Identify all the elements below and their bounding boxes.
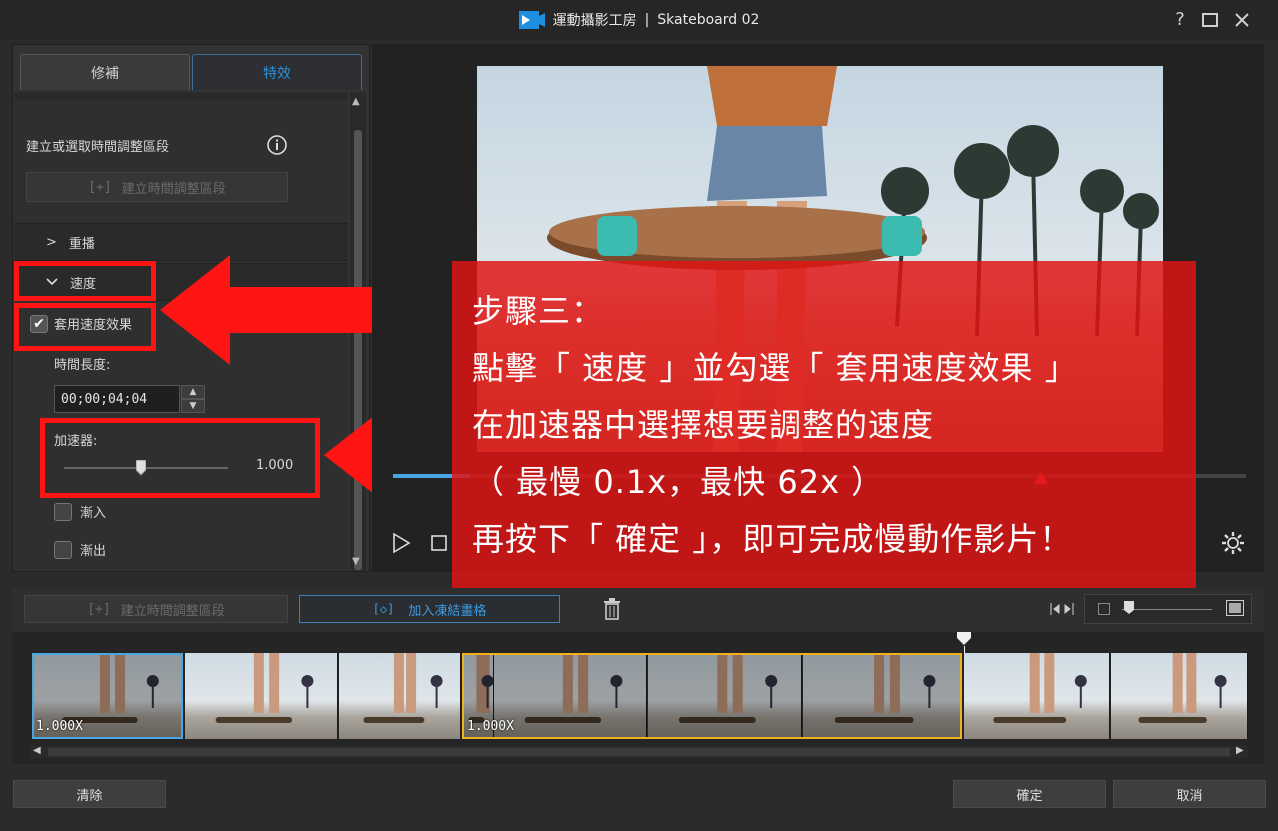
- zoom-in-icon[interactable]: [1226, 600, 1244, 616]
- zoom-slider-thumb[interactable]: [1124, 601, 1134, 615]
- app-logo-icon: [518, 10, 545, 30]
- overlay-line-3: 在加速器中選擇想要調整的速度: [472, 406, 935, 444]
- playhead-icon[interactable]: [957, 632, 971, 646]
- apply-speed-highlight-box: [14, 303, 156, 351]
- scroll-up-icon[interactable]: ▲: [352, 96, 360, 107]
- timeline-scrollbar-thumb[interactable]: [48, 748, 1230, 756]
- cancel-button[interactable]: 取消: [1113, 780, 1266, 808]
- fade-out-row[interactable]: ✔ 漸出: [54, 540, 106, 559]
- create-segment-toolbar-button[interactable]: [+] 建立時間調整區段: [24, 595, 288, 623]
- overlay-line-1: 步驟三：: [472, 292, 605, 330]
- add-segment-icon: [+]: [87, 601, 111, 617]
- tab-repair[interactable]: 修補: [20, 54, 190, 90]
- timeline-scroll-left-icon[interactable]: ◀: [33, 745, 41, 756]
- timeline-thumbnail: [1111, 653, 1248, 739]
- fade-in-row[interactable]: ✔ 漸入: [54, 502, 106, 521]
- scroll-down-icon[interactable]: ▼: [352, 556, 360, 567]
- zoom-slider-track[interactable]: [1122, 609, 1212, 610]
- timeline-scroll-right-icon[interactable]: ▶: [1236, 745, 1244, 756]
- gear-icon[interactable]: [1220, 530, 1246, 556]
- create-segment-button[interactable]: [+] 建立時間調整區段: [26, 172, 288, 202]
- window-title: 運動攝影工房 | Skateboard 02: [0, 0, 1278, 40]
- clip-segment-1-speed: 1.000X: [36, 719, 83, 734]
- title-separator: |: [644, 12, 650, 28]
- ok-button[interactable]: 確定: [953, 780, 1106, 808]
- timeline-thumbnail: [339, 653, 461, 739]
- freeze-frame-icon: [◇]: [372, 602, 395, 616]
- project-name: Skateboard 02: [657, 12, 760, 28]
- duration-down-icon[interactable]: ▼: [181, 399, 205, 413]
- close-button[interactable]: [1230, 8, 1254, 32]
- speed-highlight-box: [14, 261, 156, 301]
- duration-up-icon[interactable]: ▲: [181, 385, 205, 399]
- clip-segment-2-speed: 1.000X: [467, 719, 514, 734]
- time-segment-hint: 建立或選取時間調整區段: [26, 140, 170, 155]
- tab-effects[interactable]: 特效: [192, 54, 362, 90]
- maximize-button[interactable]: [1198, 8, 1222, 32]
- add-segment-icon: [+]: [88, 179, 112, 195]
- duration-label: 時間長度:: [54, 358, 111, 373]
- clip-segment-2[interactable]: [462, 653, 962, 739]
- zoom-out-icon[interactable]: [1098, 603, 1110, 615]
- info-icon[interactable]: [266, 134, 288, 156]
- clear-button[interactable]: 清除: [13, 780, 166, 808]
- timeline-thumbnail: [964, 653, 1110, 739]
- fade-in-checkbox[interactable]: ✔: [54, 502, 72, 521]
- stop-icon[interactable]: [430, 534, 448, 552]
- overlay-line-2: 點擊「 速度 」並勾選「 套用速度效果 」: [472, 349, 1078, 387]
- timeline-thumbnail: [185, 653, 338, 739]
- fit-timeline-icon[interactable]: [1050, 600, 1074, 618]
- collapsed-header-edge: [14, 92, 348, 100]
- add-freeze-frame-button[interactable]: [◇] 加入凍結畫格: [299, 595, 560, 623]
- duration-input[interactable]: 00;00;04;04: [54, 385, 180, 413]
- app-name: 運動攝影工房: [552, 13, 637, 29]
- chevron-right-icon: >: [46, 234, 57, 250]
- overlay-line-4: （ 最慢 0.1x，最快 62x ）: [472, 463, 885, 501]
- overlay-line-5: 再按下「 確定 」，即可完成慢動作影片！: [472, 520, 1073, 558]
- play-icon[interactable]: [390, 532, 412, 554]
- accelerator-highlight-box: [40, 418, 320, 498]
- instruction-overlay: 步驟三： 點擊「 速度 」並勾選「 套用速度效果 」 在加速器中選擇想要調整的速…: [452, 261, 1196, 591]
- fade-out-checkbox[interactable]: ✔: [54, 540, 72, 559]
- help-button[interactable]: ?: [1168, 8, 1192, 32]
- trash-icon[interactable]: [602, 598, 622, 620]
